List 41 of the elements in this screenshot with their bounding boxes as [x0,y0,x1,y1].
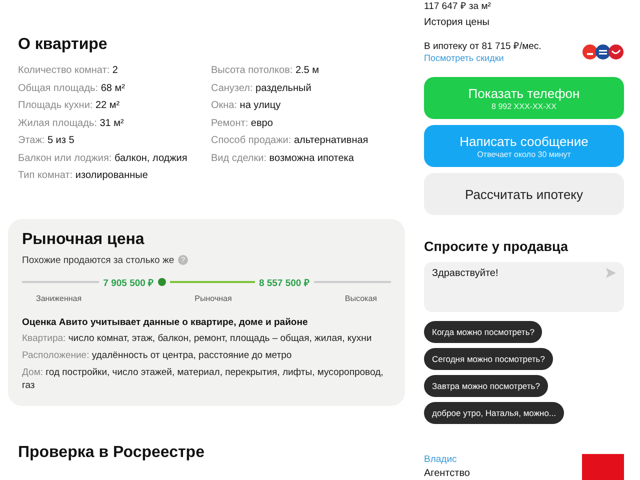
property-row-text: Окна: на улицу [211,99,282,113]
scale-label: Высокая [344,294,377,302]
property-row-text: Общая площадь: 68 м² [18,82,126,96]
seller-type: Агентство [424,468,470,479]
property-row-text: Жилая площадь: 31 м² [18,116,125,130]
property-row-text: Балкон или лоджия: балкон, лоджия [18,152,188,166]
quick-reply-chip[interactable]: Когда можно посмотреть? [424,321,542,343]
mortgage-text: В ипотеку от 81 715 ₽/мес. [424,40,542,53]
property-row-text: Площадь кухни: 22 м² [18,99,121,113]
section-title: О квартире [18,36,108,54]
card-title: Рыночная цена [22,230,146,248]
note-title: Оценка Авито учитывает данные о квартире, доме и районе [22,316,309,328]
high-price: 8 557 500 ₽ [258,276,310,288]
property-row-text: Санузел: раздельный [211,82,312,96]
scale-label: Рыночная [194,294,232,302]
quick-reply-chip[interactable]: Сегодня можно посмотреть? [424,348,553,370]
quick-reply-chip[interactable]: Завтра можно посмотреть? [424,375,548,397]
property-row-text: Ремонт: евро [211,116,274,130]
property-row-text: Вид сделки: возможна ипотека [211,152,355,166]
section-title: Проверка в Росреестре [18,444,206,462]
property-row-text: Этаж: 5 из 5 [18,134,76,148]
message-field[interactable]: Здравствуйте! [424,262,624,312]
send-icon[interactable] [606,268,616,278]
price-per-meter: 117 647 ₽ за м² [424,0,492,13]
low-price: 7 905 500 ₽ [103,276,154,288]
agency-logo [582,454,624,480]
price-history-link[interactable]: История цены [424,17,624,28]
property-row-text: Способ продажи: альтернативная [211,134,370,148]
note-text: Квартира: число комнат, этаж, балкон, ремонт, площадь – общая, жилая, кухни [22,332,373,344]
bank-logos-icon [582,44,624,60]
ask-seller-title: Спросите у продавца [424,239,570,254]
property-row-text: Тип комнат: изолированные [18,169,149,183]
subtitle: Похожие продаются за столько же [22,254,174,266]
note-text: Расположение: удалённость от центра, расстояние до метро [22,348,293,362]
property-row-text: Высота потолков: 2.5 м [211,64,320,78]
quick-reply-chip[interactable]: доброе утро, Наталья, можно... [424,402,564,424]
price-marker-icon [158,278,166,286]
note-text: Дом: год постройки, число этажей, материал, перекрытия, лифты, мусоропровод, газ [22,366,384,392]
action-button[interactable]: Рассчитать ипотеку [424,173,624,215]
scale-label: Заниженная [36,294,82,302]
property-row-text: Количество комнат: 2 [18,64,119,78]
